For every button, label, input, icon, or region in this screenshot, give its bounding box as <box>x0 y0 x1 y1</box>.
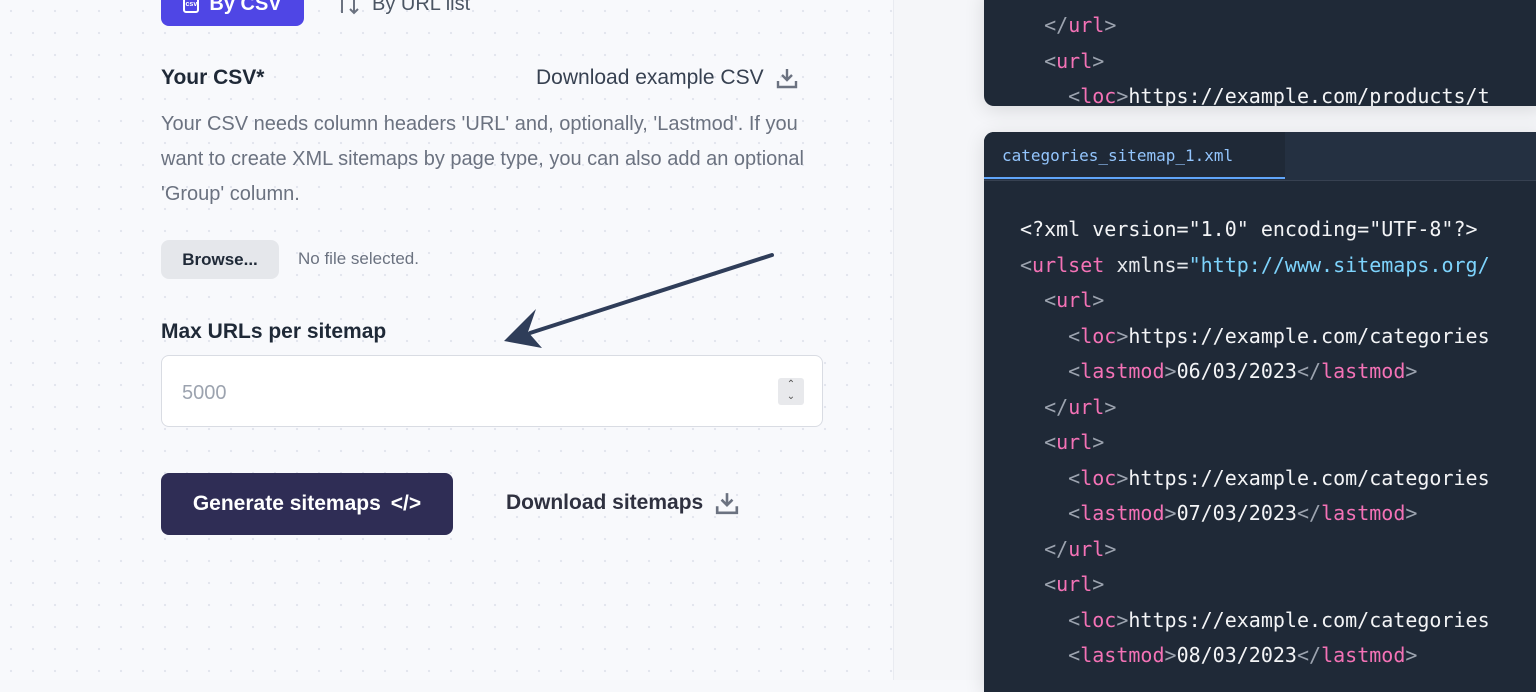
code-preview-top: </url> <url> <loc>https://example.com/pr… <box>984 0 1536 106</box>
code-line: </url> <box>1044 13 1117 37</box>
code-line: <loc>https://example.com/products/t <box>1068 84 1490 106</box>
loc-value: https://example.com/categories <box>1128 607 1490 632</box>
code-line: <url> <box>1044 48 1105 73</box>
urlset-namespace: "http://www.sitemaps.org/ <box>1188 252 1490 277</box>
file-tab-categories[interactable]: categories_sitemap_1.xml <box>984 132 1285 179</box>
loc-value: https://example.com/categories <box>1128 465 1490 490</box>
code-top-content: </url> <url> <loc>https://example.com/pr… <box>1020 8 1490 106</box>
loc-value: https://example.com/categories <box>1128 323 1490 348</box>
arrow-annotation <box>504 253 774 348</box>
lastmod-value: 07/03/2023 <box>1176 501 1297 525</box>
xml-declaration: <?xml version="1.0" encoding="UTF-8"?> <box>1020 217 1478 241</box>
code-main-content: <?xml version="1.0" encoding="UTF-8"?> <… <box>1020 217 1490 667</box>
code-preview-main: categories_sitemap_1.xml <?xml version="… <box>984 132 1536 692</box>
lastmod-value: 08/03/2023 <box>1176 643 1297 667</box>
lastmod-value: 06/03/2023 <box>1176 359 1297 383</box>
file-tabbar: categories_sitemap_1.xml <box>984 132 1536 181</box>
urlset-attr: xmlns= <box>1116 252 1189 277</box>
